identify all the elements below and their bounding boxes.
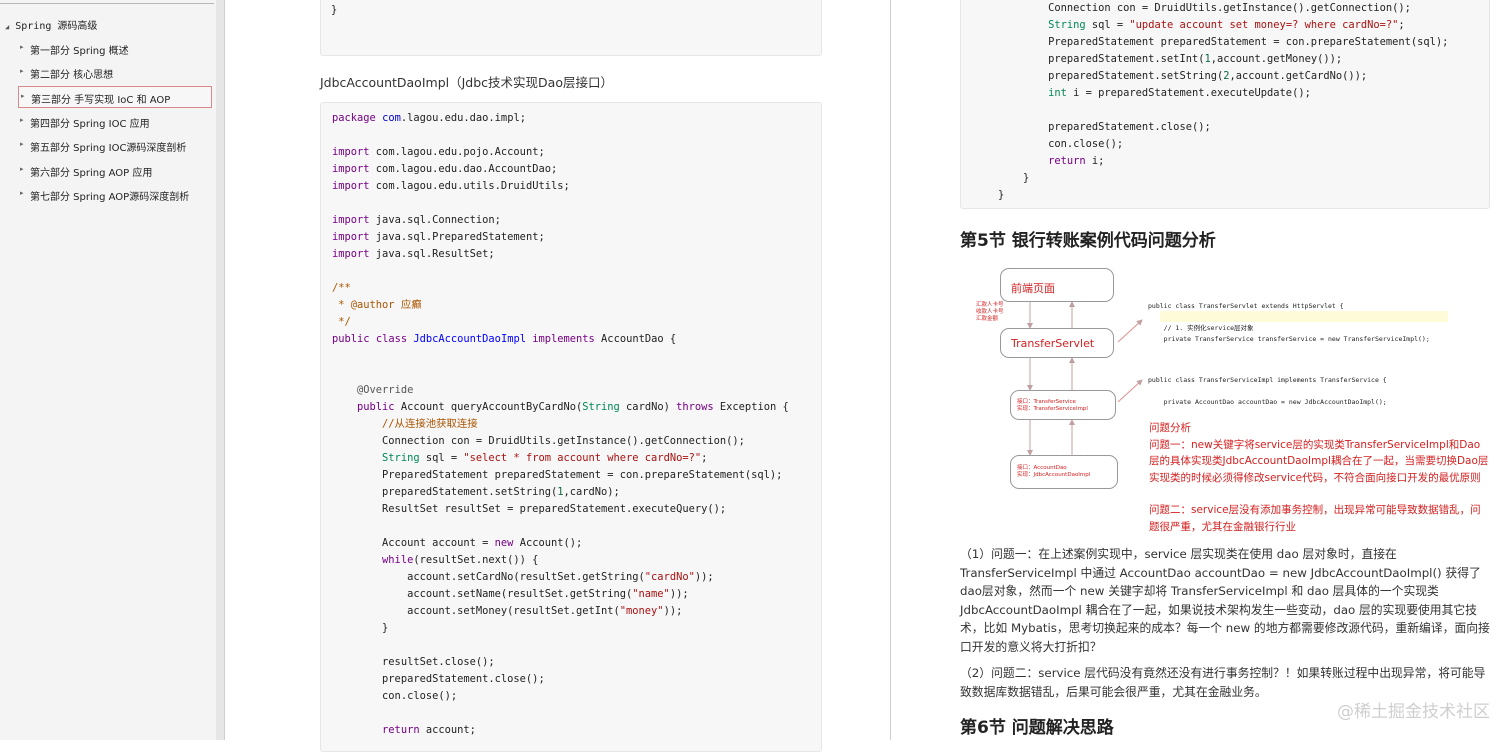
- sidebar-top-line: [0, 3, 214, 4]
- paragraph-issue-2: （2）问题二：service 层代码没有竟然还没有进行事务控制？！如果转账过程中…: [960, 666, 1486, 699]
- outline-item-label: 第四部分 Spring IOC 应用: [30, 119, 150, 130]
- outline-item[interactable]: ▸ 第六部分 Spring AOP 应用: [18, 160, 212, 182]
- section-5-heading: 第5节 银行转账案例代码问题分析: [960, 231, 1216, 251]
- frontend-box: 前端页面: [1000, 268, 1114, 302]
- watermark: @稀土掘金技术社区: [1337, 702, 1490, 722]
- outline-item-label: 第六部分 Spring AOP 应用: [30, 168, 153, 179]
- section-6-heading: 第6节 问题解决思路: [960, 718, 1114, 738]
- outline-item-label: 第七部分 Spring AOP源码深度剖析: [30, 192, 190, 203]
- issue-1: 问题一：new关键字将service层的实现类TransferServiceIm…: [1149, 438, 1489, 484]
- outline-item[interactable]: ▸ 第二部分 核心思想: [18, 62, 212, 84]
- frontend-box-label: 前端页面: [1011, 282, 1055, 295]
- issue-2: 问题二：service层没有添加事务控制，出现异常可能导致数据错乱，问题很严重，…: [1149, 504, 1481, 533]
- caret-right-icon[interactable]: ▸: [20, 43, 24, 51]
- outline-item[interactable]: ▸ 第四部分 Spring IOC 应用: [18, 111, 212, 133]
- outline-item-label: 第五部分 Spring IOC源码深度剖析: [30, 143, 187, 154]
- issue-title: 问题分析: [1149, 422, 1191, 434]
- caret-right-icon[interactable]: ▸: [20, 116, 24, 124]
- code-block-top: }: [320, 0, 822, 56]
- outline-item[interactable]: ▸ 第三部分 手写实现 IoC 和 AOP: [18, 86, 212, 108]
- service-code-snippet: public class TransferServiceImpl impleme…: [1148, 376, 1387, 406]
- service-box-label: 接口：TransferService 实现：TransferServiceImp…: [1017, 399, 1088, 412]
- issue-spacer: [1149, 486, 1489, 502]
- service-box: 接口：TransferService 实现：TransferServiceImp…: [1010, 390, 1116, 420]
- outline-item-label: 第一部分 Spring 概述: [30, 46, 129, 57]
- dao-box: 接口：AccountDao 实现：JdbcAccountDaoImpl: [1010, 455, 1118, 489]
- caret-down-icon[interactable]: ◢: [5, 23, 9, 31]
- caret-right-icon[interactable]: ▸: [20, 189, 24, 197]
- dao-box-label: 接口：AccountDao 实现：JdbcAccountDaoImpl: [1017, 465, 1091, 478]
- caret-right-icon[interactable]: ▸: [21, 92, 25, 100]
- outline-root[interactable]: ◢ Spring 源码高级: [5, 17, 97, 32]
- outline-root-label: Spring 源码高级: [15, 21, 98, 32]
- outline-item[interactable]: ▸ 第五部分 Spring IOC源码深度剖析: [18, 135, 212, 157]
- paragraph-issue-1: （1）问题一：在上述案例实现中，service 层实现类在使用 dao 层对象时…: [960, 547, 1490, 654]
- issue-analysis: 问题分析 问题一：new关键字将service层的实现类TransferServ…: [1149, 420, 1489, 535]
- code-block-dao-impl: package com.lagou.edu.dao.impl; import c…: [320, 102, 822, 752]
- outline-item-label: 第三部分 手写实现 IoC 和 AOP: [31, 95, 171, 106]
- servlet-code-snippet: public class TransferServlet extends Htt…: [1148, 302, 1430, 343]
- outline-sidebar: ◢ Spring 源码高级 ▸ 第一部分 Spring 概述 ▸ 第二部分 核心思想 ▸…: [0, 0, 217, 740]
- caret-right-icon[interactable]: ▸: [20, 140, 24, 148]
- outline-item[interactable]: ▸ 第七部分 Spring AOP源码深度剖析: [18, 184, 212, 206]
- architecture-diagram: 汇款人卡号 收款人卡号 汇款金额 前端页面 TransferServlet 接口…: [960, 262, 1490, 534]
- caret-right-icon[interactable]: ▸: [20, 67, 24, 75]
- page-divider: [890, 0, 891, 740]
- servlet-box: TransferServlet: [1000, 328, 1114, 358]
- outline-item-label: 第二部分 核心思想: [30, 70, 114, 81]
- servlet-box-label: TransferServlet: [1011, 337, 1095, 350]
- code-line: }: [331, 4, 338, 16]
- code-caption: JdbcAccountDaoImpl（Jdbc技术实现Dao层接口）: [320, 75, 613, 90]
- splitter[interactable]: [216, 0, 225, 740]
- request-params-label: 汇款人卡号 收款人卡号 汇款金额: [976, 302, 1004, 322]
- code-block-update: Connection con = DruidUtils.getInstance(…: [960, 0, 1490, 209]
- caret-right-icon[interactable]: ▸: [20, 165, 24, 173]
- outline-item[interactable]: ▸ 第一部分 Spring 概述: [18, 38, 212, 60]
